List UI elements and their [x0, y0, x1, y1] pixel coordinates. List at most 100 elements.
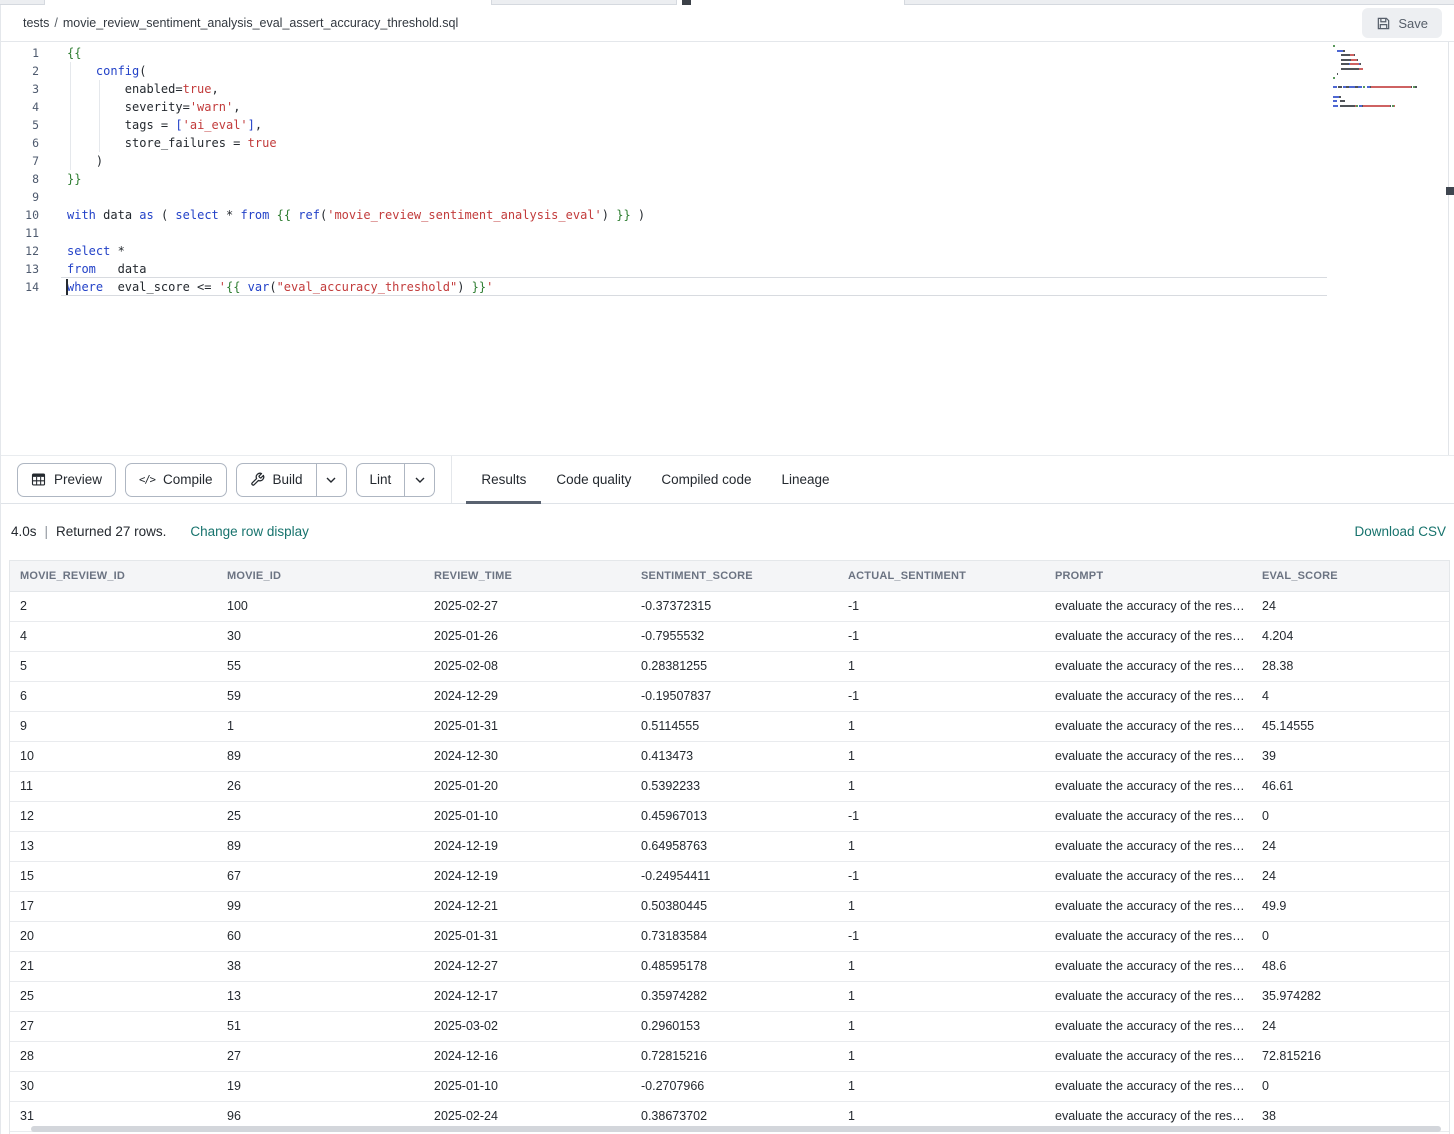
build-dropdown-button[interactable]	[316, 464, 346, 496]
code-line[interactable]: 9	[1, 188, 1454, 206]
table-cell: 0.45967013	[631, 801, 838, 831]
table-cell: 0.2960153	[631, 1011, 838, 1041]
breadcrumb: tests/movie_review_sentiment_analysis_ev…	[23, 16, 458, 30]
prompt-cell: evaluate the accuracy of the res…	[1045, 621, 1252, 651]
download-csv-link[interactable]: Download CSV	[1354, 524, 1446, 539]
table-cell: 1	[838, 741, 1045, 771]
code-line[interactable]: 4 severity='warn',	[1, 98, 1454, 116]
table-cell: -0.7955532	[631, 621, 838, 651]
compile-button[interactable]: </> Compile	[125, 463, 227, 497]
line-number: 5	[1, 116, 39, 134]
editor-scrollbar-marker[interactable]	[1446, 187, 1454, 195]
table-cell: 15	[10, 861, 217, 891]
table-cell: 1	[838, 951, 1045, 981]
table-cell: 2025-03-02	[424, 1011, 631, 1041]
table-cell: 99	[217, 891, 424, 921]
code-line[interactable]: 1{{	[1, 44, 1454, 62]
save-icon	[1376, 16, 1391, 31]
code-line[interactable]: 8}}	[1, 170, 1454, 188]
save-button-label: Save	[1398, 16, 1428, 31]
line-number: 8	[1, 170, 39, 188]
change-row-display-link[interactable]: Change row display	[190, 524, 309, 539]
table-row: 12252025-01-100.45967013-1evaluate the a…	[10, 801, 1449, 831]
save-button[interactable]: Save	[1362, 8, 1442, 38]
tab-lineage[interactable]: Lineage	[766, 456, 844, 503]
code-line[interactable]: 13from data	[1, 260, 1454, 278]
table-cell: 26	[217, 771, 424, 801]
table-cell: 1	[838, 891, 1045, 921]
lint-dropdown-button[interactable]	[404, 464, 434, 496]
code-line[interactable]: 10with data as ( select * from {{ ref('m…	[1, 206, 1454, 224]
code-line[interactable]: 14where eval_score <= '{{ var("eval_accu…	[1, 278, 1454, 296]
column-header: EVAL_SCORE	[1252, 561, 1449, 591]
table-cell: 2024-12-29	[424, 681, 631, 711]
prompt-text: evaluate the accuracy of the res…	[1055, 1079, 1245, 1093]
table-cell: 60	[217, 921, 424, 951]
line-number: 1	[1, 44, 39, 62]
table-cell: 11	[10, 771, 217, 801]
table-row: 28272024-12-160.728152161evaluate the ac…	[10, 1041, 1449, 1071]
prompt-text: evaluate the accuracy of the res…	[1055, 659, 1245, 673]
table-row: 13892024-12-190.649587631evaluate the ac…	[10, 831, 1449, 861]
table-cell: 25	[217, 801, 424, 831]
table-cell: 9	[10, 711, 217, 741]
table-cell: -1	[838, 801, 1045, 831]
code-line[interactable]: 11	[1, 224, 1454, 242]
table-row: 15672024-12-19-0.24954411-1evaluate the …	[10, 861, 1449, 891]
table-cell: 2025-02-27	[424, 591, 631, 621]
prompt-text: evaluate the accuracy of the res…	[1055, 869, 1245, 883]
table-cell: 72.815216	[1252, 1041, 1449, 1071]
table-cell: 1	[838, 831, 1045, 861]
table-cell: 0.73183584	[631, 921, 838, 951]
build-button[interactable]: Build	[236, 463, 347, 497]
preview-button[interactable]: Preview	[17, 463, 116, 497]
code-line[interactable]: 7 )	[1, 152, 1454, 170]
tab-compiled-code[interactable]: Compiled code	[646, 456, 766, 503]
line-number: 9	[1, 188, 39, 206]
table-cell: 0.5392233	[631, 771, 838, 801]
table-cell: 55	[217, 651, 424, 681]
code-line[interactable]: 3 enabled=true,	[1, 80, 1454, 98]
code-lines: 1{{2 config(3 enabled=true,4 severity='w…	[1, 44, 1454, 296]
preview-button-label: Preview	[54, 472, 102, 487]
table-cell: 89	[217, 741, 424, 771]
code-line[interactable]: 2 config(	[1, 62, 1454, 80]
minimap[interactable]	[1333, 45, 1445, 109]
code-line[interactable]: 5 tags = ['ai_eval'],	[1, 116, 1454, 134]
prompt-text: evaluate the accuracy of the res…	[1055, 779, 1245, 793]
tab-results[interactable]: Results	[466, 456, 541, 503]
line-number: 2	[1, 62, 39, 80]
lint-button-label: Lint	[370, 472, 392, 487]
table-icon	[31, 472, 46, 487]
prompt-text: evaluate the accuracy of the res…	[1055, 1049, 1245, 1063]
prompt-text: evaluate the accuracy of the res…	[1055, 719, 1245, 733]
table-cell: 0	[1252, 801, 1449, 831]
code-line[interactable]: 12select *	[1, 242, 1454, 260]
line-number: 12	[1, 242, 39, 260]
tab-label: Code quality	[556, 472, 631, 487]
prompt-cell: evaluate the accuracy of the res…	[1045, 921, 1252, 951]
table-cell: 13	[10, 831, 217, 861]
line-number: 7	[1, 152, 39, 170]
prompt-cell: evaluate the accuracy of the res…	[1045, 1011, 1252, 1041]
text-cursor	[66, 279, 68, 295]
editor-scrollbar-track[interactable]	[1448, 42, 1449, 455]
code-editor[interactable]: 1{{2 config(3 enabled=true,4 severity='w…	[1, 42, 1454, 455]
code-line[interactable]: 6 store_failures = true	[1, 134, 1454, 152]
horizontal-scrollbar[interactable]	[31, 1126, 1441, 1132]
line-number: 14	[1, 278, 39, 296]
prompt-text: evaluate the accuracy of the res…	[1055, 629, 1245, 643]
table-cell: 2025-02-08	[424, 651, 631, 681]
table-cell: 24	[1252, 831, 1449, 861]
table-cell: 39	[1252, 741, 1449, 771]
table-cell: 2025-01-31	[424, 921, 631, 951]
prompt-cell: evaluate the accuracy of the res…	[1045, 1071, 1252, 1101]
tab-label: Results	[481, 472, 526, 487]
table-cell: 89	[217, 831, 424, 861]
table-cell: 21	[10, 951, 217, 981]
prompt-text: evaluate the accuracy of the res…	[1055, 839, 1245, 853]
breadcrumb-filename: movie_review_sentiment_analysis_eval_ass…	[63, 16, 458, 30]
lint-button[interactable]: Lint	[356, 463, 436, 497]
table-cell: 12	[10, 801, 217, 831]
tab-code-quality[interactable]: Code quality	[541, 456, 646, 503]
